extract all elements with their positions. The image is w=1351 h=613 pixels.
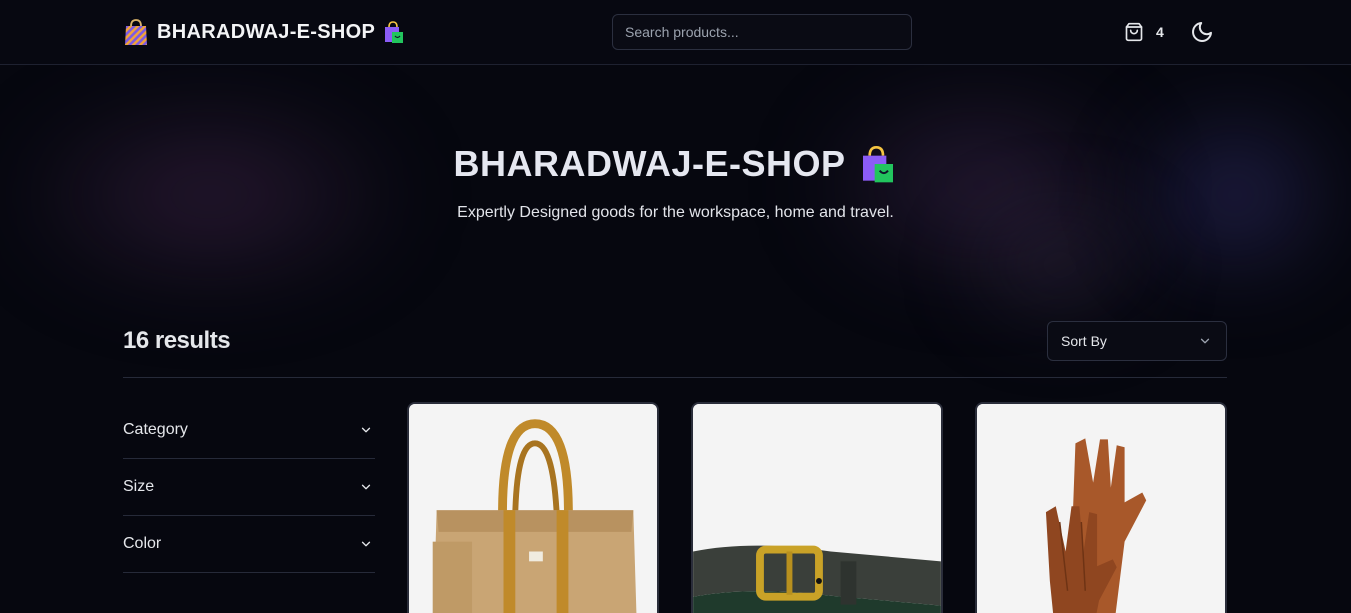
shopping-bag-icon: [1125, 22, 1143, 42]
sort-by-label: Sort By: [1061, 333, 1107, 349]
hero-glow: [0, 85, 420, 305]
striped-bag-icon: [125, 19, 147, 45]
filter-color[interactable]: Color: [123, 516, 375, 573]
product-card[interactable]: [691, 402, 943, 613]
chevron-down-icon: [361, 484, 371, 490]
tote-bag-image: [409, 404, 657, 613]
theme-toggle-button[interactable]: [1190, 20, 1214, 44]
hero-section: BHARADWAJ-E-SHOP Expertly Designed goods…: [0, 65, 1351, 335]
product-card[interactable]: [975, 402, 1227, 613]
shopping-bags-icon: [385, 21, 404, 43]
brand-name: BHARADWAJ-E-SHOP: [157, 20, 376, 43]
shopping-bags-icon: [862, 145, 893, 183]
brand-logo-link[interactable]: BHARADWAJ-E-SHOP: [123, 17, 405, 47]
product-card[interactable]: [407, 402, 659, 613]
moon-icon: [1192, 22, 1212, 42]
chevron-down-icon: [361, 427, 371, 433]
hero-title: BHARADWAJ-E-SHOP: [0, 143, 1351, 185]
filter-size[interactable]: Size: [123, 459, 375, 516]
leather-belt-image: [693, 404, 941, 613]
filter-label: Color: [123, 535, 162, 552]
filter-category[interactable]: Category: [123, 402, 375, 459]
results-divider: [123, 377, 1227, 378]
filter-label: Size: [123, 478, 155, 495]
search-input[interactable]: [612, 14, 912, 50]
results-count: 16 results: [123, 327, 231, 354]
chevron-down-icon: [361, 541, 371, 547]
page: BHARADWAJ-E-SHOP 4: [0, 0, 1351, 613]
top-navbar: BHARADWAJ-E-SHOP 4: [0, 0, 1351, 65]
filter-label: Category: [123, 421, 188, 438]
sort-by-dropdown[interactable]: Sort By: [1047, 321, 1227, 361]
hero-title-text: BHARADWAJ-E-SHOP: [453, 143, 846, 184]
hero-subtitle: Expertly Designed goods for the workspac…: [457, 204, 894, 221]
filter-sidebar: Category Size Color: [123, 402, 375, 573]
leather-gloves-image: [977, 404, 1225, 613]
cart-button[interactable]: 4: [1124, 20, 1164, 44]
cart-count-badge: 4: [1156, 24, 1164, 40]
chevron-down-icon: [1200, 338, 1210, 344]
